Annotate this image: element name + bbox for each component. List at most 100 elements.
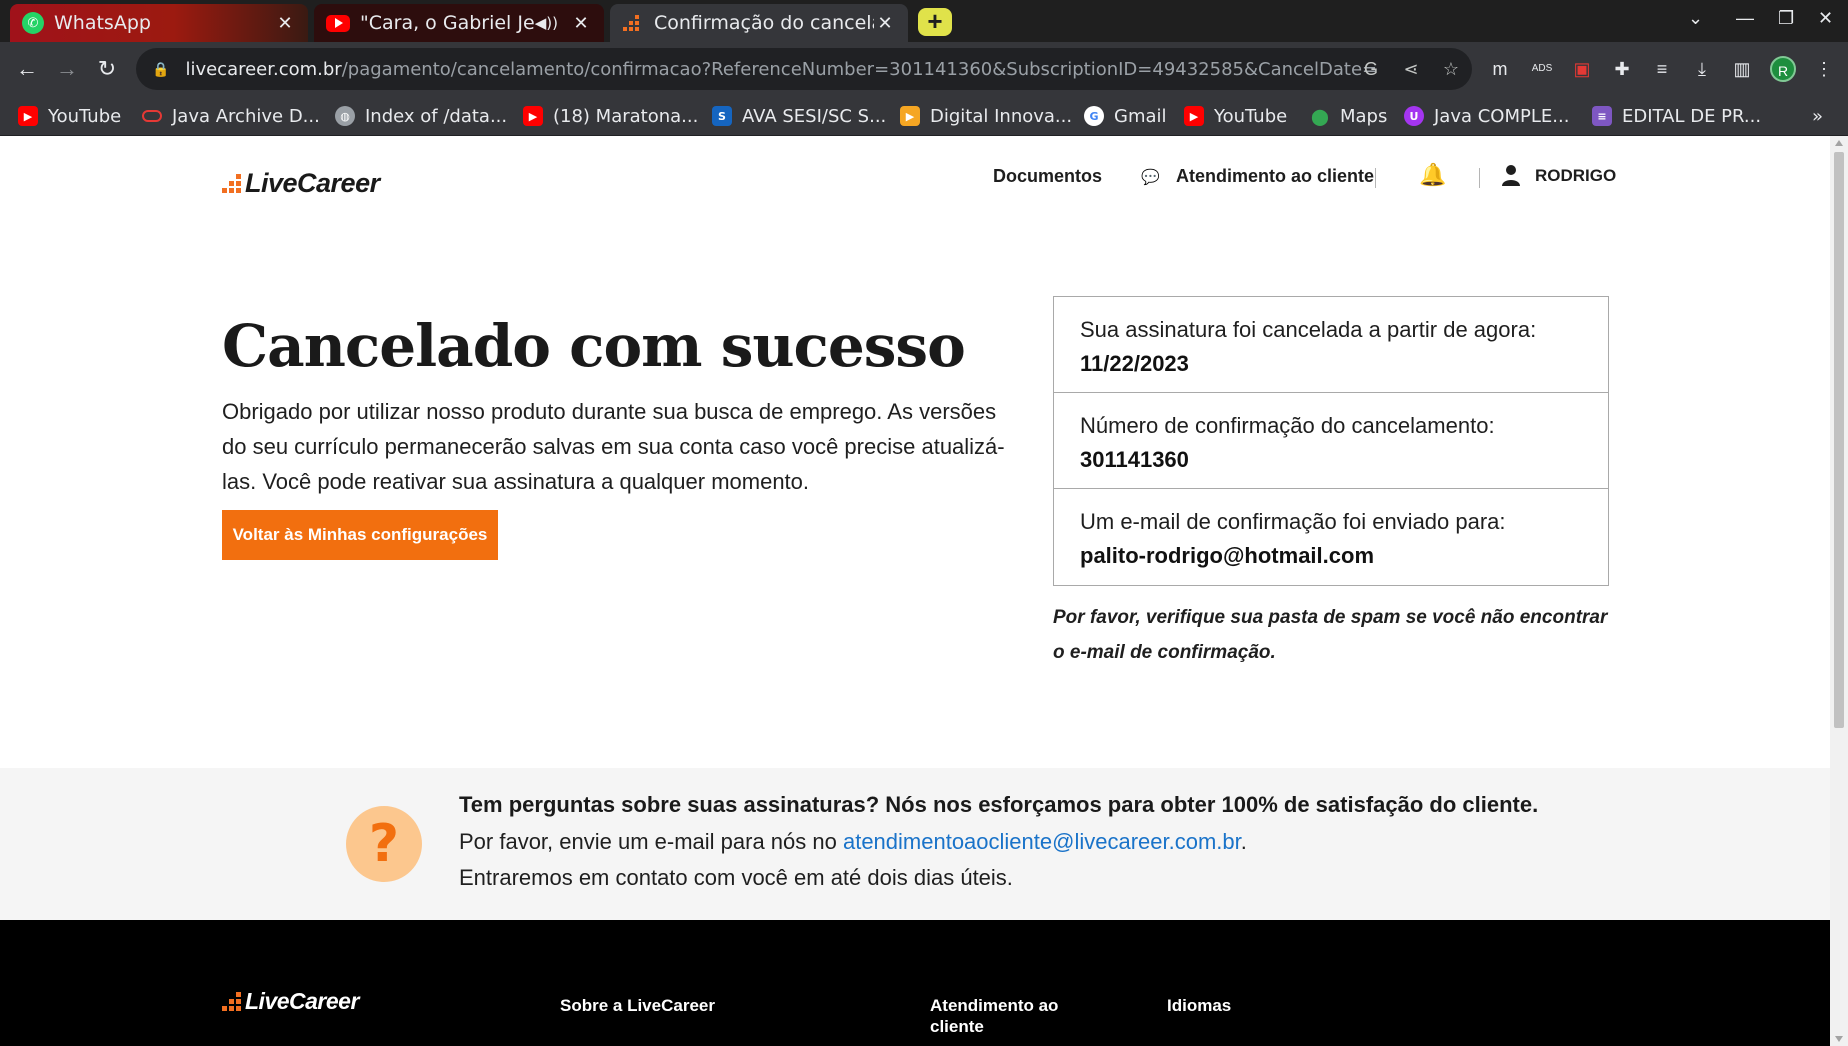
- footer-about[interactable]: Sobre a LiveCareer: [560, 995, 715, 1016]
- bookmark-item[interactable]: ▶ (18) Maratona...: [523, 104, 698, 128]
- confirmation-number-label: Número de confirmação do cancelamento:: [1080, 413, 1495, 438]
- bookmarks-overflow-button[interactable]: »: [1812, 104, 1823, 128]
- profile-avatar[interactable]: R: [1770, 56, 1796, 82]
- extension-m-icon[interactable]: m: [1488, 57, 1512, 81]
- tab-youtube-video[interactable]: "Cara, o Gabriel Jesus ◀)) ✕: [314, 4, 604, 42]
- tab-whatsapp[interactable]: ✆ WhatsApp ✕: [10, 4, 308, 42]
- chat-bubble-icon: 💬: [1141, 169, 1160, 186]
- speaker-icon[interactable]: ◀)): [535, 14, 558, 32]
- oracle-icon: [142, 110, 162, 122]
- spam-folder-note: Por favor, verifique sua pasta de spam s…: [1053, 607, 1608, 663]
- cancellation-details-box: Sua assinatura foi cancelada a partir de…: [1053, 296, 1609, 586]
- bookmarks-bar: ▶ YouTube Java Archive D... ◍ Index of /da…: [0, 96, 1848, 136]
- help-response-time: Entraremos em contato com você em até do…: [459, 865, 1013, 890]
- google-icon: G: [1084, 106, 1104, 126]
- browser-tab-strip: ✆ WhatsApp ✕ "Cara, o Gabriel Jesus ◀)) …: [0, 0, 1848, 42]
- nav-separator: [1375, 168, 1376, 188]
- udemy-icon: U: [1404, 106, 1424, 126]
- tab-livecareer-active[interactable]: Confirmação do cancelan ✕: [610, 4, 908, 42]
- cancel-date-label: Sua assinatura foi cancelada a partir de…: [1080, 317, 1537, 342]
- dio-icon: ▶: [900, 106, 920, 126]
- new-tab-button[interactable]: +: [918, 8, 952, 36]
- bookmark-item[interactable]: ▶ Digital Innova...: [900, 104, 1072, 128]
- question-mark-icon: ?: [346, 806, 422, 882]
- download-icon[interactable]: ⤓: [1690, 57, 1714, 81]
- youtube-icon: ▶: [1184, 106, 1204, 126]
- logo-dots-icon: [222, 992, 241, 1011]
- livecareer-logo[interactable]: LiveCareer: [222, 168, 380, 199]
- browser-toolbar: ← → ↻ 🔒 livecareer.com.br/pagamento/canc…: [0, 42, 1848, 96]
- page-scrollbar[interactable]: [1830, 136, 1848, 1046]
- extensions-puzzle-icon[interactable]: ✚: [1610, 57, 1634, 81]
- scroll-down-arrow-icon[interactable]: [1835, 1036, 1843, 1042]
- close-window-icon[interactable]: ✕: [1818, 8, 1833, 29]
- bookmark-item[interactable]: ▶ YouTube: [18, 104, 121, 128]
- globe-icon: ◍: [335, 106, 355, 126]
- bookmark-item[interactable]: U Java COMPLE...: [1404, 104, 1569, 128]
- help-email-line: Por favor, envie um e-mail para nós no a…: [459, 829, 1247, 854]
- restore-icon[interactable]: ❐: [1778, 8, 1794, 29]
- bookmark-item[interactable]: ≡ EDITAL DE PR...: [1592, 104, 1761, 128]
- page-content: LiveCareer Documentos 💬 Atendimento ao c…: [0, 136, 1830, 1046]
- scroll-up-arrow-icon[interactable]: [1835, 140, 1843, 146]
- forward-arrow-icon[interactable]: →: [52, 54, 82, 84]
- support-email-link[interactable]: atendimentoaocliente@livecareer.com.br: [843, 829, 1241, 854]
- youtube-icon: ▶: [18, 106, 38, 126]
- bookmark-item[interactable]: ▶ YouTube: [1184, 104, 1287, 128]
- tab-title: "Cara, o Gabriel Jesus: [360, 12, 535, 34]
- address-bar[interactable]: 🔒 livecareer.com.br/pagamento/cancelamen…: [136, 48, 1472, 90]
- page-title: Cancelado com sucesso: [222, 312, 966, 380]
- logo-dots-icon: [222, 174, 241, 193]
- success-message: Obrigado por utilizar nosso produto dura…: [222, 399, 1005, 494]
- confirmation-email-row: Um e-mail de confirmação foi enviado par…: [1054, 489, 1608, 573]
- help-title: Tem perguntas sobre suas assinaturas? Nó…: [459, 792, 1539, 817]
- site-footer: LiveCareer Sobre a LiveCareer Atendiment…: [0, 920, 1830, 1046]
- footer-livecareer-logo[interactable]: LiveCareer: [222, 988, 359, 1015]
- menu-kebab-icon[interactable]: ⋮: [1812, 57, 1836, 81]
- tab-search-icon[interactable]: ⌄: [1688, 8, 1703, 29]
- tab-close-icon[interactable]: ✕: [570, 13, 592, 34]
- red-extension-icon[interactable]: ▣: [1570, 57, 1594, 81]
- nav-separator: [1479, 168, 1480, 188]
- confirmation-email-label: Um e-mail de confirmação foi enviado par…: [1080, 509, 1506, 534]
- bookmark-item[interactable]: G Gmail: [1084, 104, 1167, 128]
- footer-customer-support[interactable]: Atendimento ao cliente: [930, 995, 1070, 1037]
- bookmark-item[interactable]: ⬤ Maps: [1310, 104, 1387, 128]
- tab-close-icon[interactable]: ✕: [274, 13, 296, 34]
- nav-customer-support[interactable]: Atendimento ao cliente: [1176, 166, 1374, 187]
- reload-icon[interactable]: ↻: [92, 54, 122, 84]
- cancel-date-row: Sua assinatura foi cancelada a partir de…: [1054, 297, 1608, 381]
- maps-icon: ⬤: [1311, 106, 1329, 126]
- nav-documents[interactable]: Documentos: [993, 166, 1102, 187]
- side-panel-icon[interactable]: ▥: [1730, 57, 1754, 81]
- bookmark-item[interactable]: ◍ Index of /data...: [335, 104, 507, 128]
- help-section: ? Tem perguntas sobre suas assinaturas? …: [0, 768, 1830, 920]
- tab-title: Confirmação do cancelan: [654, 12, 874, 34]
- livecareer-icon: [622, 12, 644, 34]
- scrollbar-thumb[interactable]: [1834, 152, 1844, 728]
- footer-languages[interactable]: Idiomas: [1167, 995, 1231, 1016]
- bookmark-item[interactable]: Java Archive D...: [142, 104, 320, 128]
- minimize-icon[interactable]: —: [1736, 8, 1754, 29]
- cancel-date-value: 11/22/2023: [1080, 351, 1189, 376]
- confirmation-email-value: palito-rodrigo@hotmail.com: [1080, 543, 1375, 568]
- sesi-icon: S: [712, 106, 732, 126]
- share-icon[interactable]: ⋖: [1400, 58, 1422, 80]
- ads-extension-icon[interactable]: ADS: [1530, 57, 1554, 81]
- bookmark-item[interactable]: S AVA SESI/SC S...: [712, 104, 886, 128]
- media-control-icon[interactable]: ≡: [1650, 57, 1674, 81]
- forms-icon: ≡: [1592, 106, 1612, 126]
- back-to-settings-button[interactable]: Voltar às Minhas configurações: [222, 510, 498, 560]
- bookmark-star-icon[interactable]: ☆: [1440, 58, 1462, 80]
- tab-close-icon[interactable]: ✕: [874, 13, 896, 34]
- notification-bell-icon[interactable]: 🔔: [1419, 162, 1446, 188]
- whatsapp-icon: ✆: [22, 12, 44, 34]
- user-icon[interactable]: [1501, 164, 1521, 191]
- tab-title: WhatsApp: [54, 12, 151, 34]
- nav-user-name[interactable]: RODRIGO: [1535, 166, 1616, 186]
- back-arrow-icon[interactable]: ←: [12, 54, 42, 84]
- lock-icon[interactable]: 🔒: [152, 61, 169, 78]
- url-text[interactable]: livecareer.com.br/pagamento/cancelamento…: [185, 59, 1375, 80]
- google-lens-icon[interactable]: G: [1360, 58, 1382, 80]
- confirmation-number-row: Número de confirmação do cancelamento: 3…: [1054, 393, 1608, 477]
